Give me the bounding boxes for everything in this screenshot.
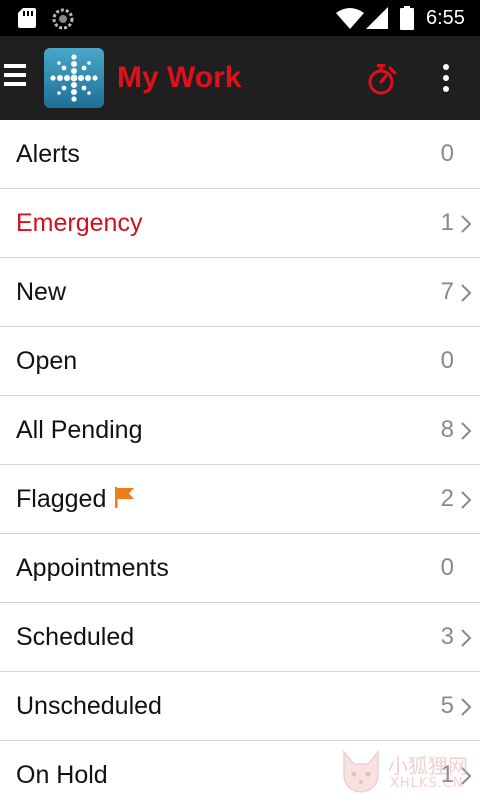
chevron-right-icon	[461, 215, 472, 233]
status-bar: 6:55	[0, 0, 480, 36]
list-item-label: All Pending	[16, 416, 143, 444]
cell-signal-icon	[366, 7, 388, 29]
menu-icon[interactable]	[4, 64, 28, 92]
list-item-appointments[interactable]: Appointments 0	[0, 534, 480, 603]
chevron-right-icon	[461, 629, 472, 647]
chevron-right-icon	[461, 491, 472, 509]
list-item-scheduled[interactable]: Scheduled 3	[0, 603, 480, 672]
stopwatch-icon[interactable]	[366, 62, 398, 96]
fox-logo-icon	[343, 749, 379, 793]
list-item-count: 0	[440, 140, 454, 167]
list-item-label-wrap: Flagged	[16, 465, 136, 533]
watermark: 小狐狸网 XHLKS.CN	[338, 748, 478, 798]
list-item-label: Unscheduled	[16, 692, 162, 720]
list-item-new[interactable]: New 7	[0, 258, 480, 327]
sd-card-icon	[18, 8, 36, 28]
more-vert-icon[interactable]	[440, 64, 452, 94]
list-item-count: 0	[440, 347, 454, 374]
list-item-open[interactable]: Open 0	[0, 327, 480, 396]
list-item-label: On Hold	[16, 761, 108, 789]
chevron-right-icon	[461, 698, 472, 716]
watermark-text-cn: 小狐狸网	[388, 754, 468, 778]
list-item-count: 1	[440, 209, 454, 236]
work-list: Alerts 0 Emergency 1 New 7 Open 0 All Pe…	[0, 120, 480, 809]
watermark-text-en: XHLKS.CN	[390, 776, 464, 791]
page-title: My Work	[117, 61, 242, 94]
list-item-all-pending[interactable]: All Pending 8	[0, 396, 480, 465]
list-item-count: 3	[440, 623, 454, 650]
list-item-flagged[interactable]: Flagged 2	[0, 465, 480, 534]
list-item-label: New	[16, 278, 67, 306]
list-item-label: Scheduled	[16, 623, 135, 651]
list-item-label: Emergency	[16, 209, 143, 237]
list-item-label: Open	[16, 347, 78, 375]
chevron-right-icon	[461, 284, 472, 302]
list-item-alerts[interactable]: Alerts 0	[0, 120, 480, 189]
list-item-emergency[interactable]: Emergency 1	[0, 189, 480, 258]
list-item-count: 7	[440, 278, 454, 305]
list-item-label: Flagged	[16, 485, 107, 513]
list-item-count: 5	[440, 692, 454, 719]
status-time: 6:55	[426, 7, 465, 29]
battery-icon	[400, 6, 414, 30]
list-item-label: Alerts	[16, 140, 80, 168]
list-item-unscheduled[interactable]: Unscheduled 5	[0, 672, 480, 741]
wifi-icon	[336, 8, 364, 29]
list-item-label: Appointments	[16, 554, 169, 582]
chevron-right-icon	[461, 422, 472, 440]
list-item-count: 0	[440, 554, 454, 581]
list-item-count: 8	[440, 416, 454, 443]
sync-status-icon	[52, 8, 74, 30]
app-logo-icon	[44, 48, 104, 108]
list-item-count: 2	[440, 485, 454, 512]
app-bar: My Work	[0, 36, 480, 120]
flag-icon	[115, 487, 135, 509]
